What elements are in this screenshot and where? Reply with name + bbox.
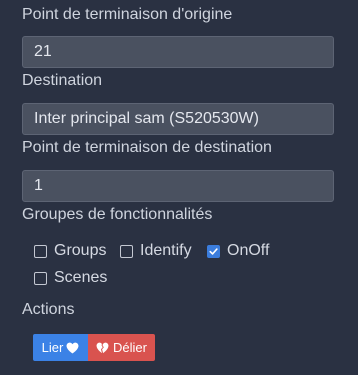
binding-form: Point de terminaison d'origine Destinati… xyxy=(0,0,358,375)
bind-button[interactable]: Lier xyxy=(33,334,88,361)
dest-endpoint-input[interactable] xyxy=(22,170,334,202)
destination-select[interactable]: Inter principal sam (S520530W) xyxy=(22,103,334,135)
unbind-button[interactable]: Délier xyxy=(88,334,155,361)
cluster-checkbox-scenes[interactable]: Scenes xyxy=(34,269,107,287)
checkbox-box-checked[interactable] xyxy=(207,244,220,258)
cluster-label: OnOff xyxy=(227,242,270,259)
cluster-label: Identify xyxy=(140,242,192,259)
checkbox-box[interactable] xyxy=(34,271,47,285)
checkbox-box[interactable] xyxy=(120,244,133,258)
cluster-checkbox-onoff[interactable]: OnOff xyxy=(207,242,269,260)
broken-heart-icon xyxy=(96,342,109,353)
clusters-label: Groupes de fonctionnalités xyxy=(22,206,213,223)
cluster-checkbox-groups[interactable]: Groups xyxy=(34,242,106,260)
check-icon xyxy=(209,247,218,255)
checkbox-box[interactable] xyxy=(34,244,47,258)
actions-label: Actions xyxy=(22,301,75,318)
cluster-label: Scenes xyxy=(54,269,108,286)
bind-button-label: Lier xyxy=(41,340,64,355)
dest-endpoint-label: Point de terminaison de destination xyxy=(22,139,272,156)
cluster-label: Groups xyxy=(54,242,107,259)
cluster-checkbox-identify[interactable]: Identify xyxy=(120,242,192,260)
source-endpoint-input[interactable] xyxy=(22,36,334,68)
destination-label: Destination xyxy=(22,72,103,89)
unbind-button-label: Délier xyxy=(113,340,147,355)
heart-icon xyxy=(66,342,79,353)
source-endpoint-label: Point de terminaison d'origine xyxy=(22,6,233,23)
